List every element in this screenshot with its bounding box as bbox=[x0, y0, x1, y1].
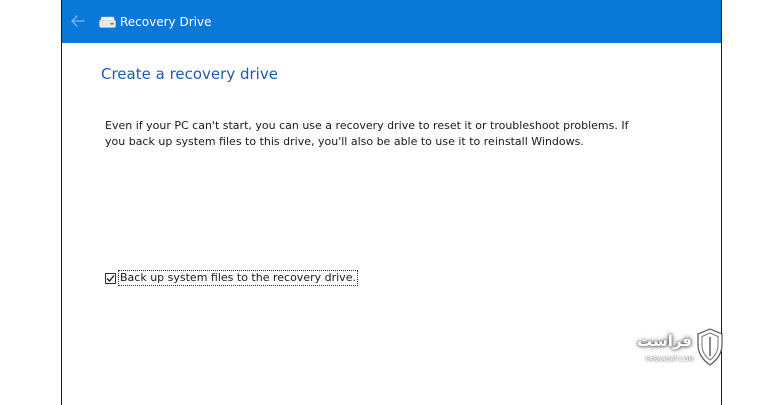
checkbox-box[interactable] bbox=[105, 272, 116, 284]
shield-icon bbox=[697, 328, 723, 366]
back-button[interactable] bbox=[65, 7, 91, 35]
checkmark-icon bbox=[106, 274, 115, 282]
watermark-subtext: FARAASAT.COM bbox=[645, 356, 694, 363]
window-title: Recovery Drive bbox=[120, 15, 212, 29]
screen: Recovery Drive Create a recovery drive E… bbox=[0, 0, 780, 405]
watermark-text: فراست bbox=[637, 332, 692, 350]
page-title: Create a recovery drive bbox=[101, 65, 278, 83]
title-bar: Recovery Drive bbox=[62, 0, 721, 43]
back-arrow-icon bbox=[71, 15, 85, 27]
backup-system-files-checkbox[interactable]: Back up system files to the recovery dri… bbox=[105, 270, 358, 286]
checkbox-label[interactable]: Back up system files to the recovery dri… bbox=[118, 270, 358, 286]
watermark-logo: فراست FARAASAT.COM bbox=[630, 328, 730, 372]
recovery-drive-window: Recovery Drive Create a recovery drive E… bbox=[61, 0, 722, 405]
drive-icon bbox=[99, 16, 116, 28]
description-text: Even if your PC can't start, you can use… bbox=[105, 119, 629, 148]
